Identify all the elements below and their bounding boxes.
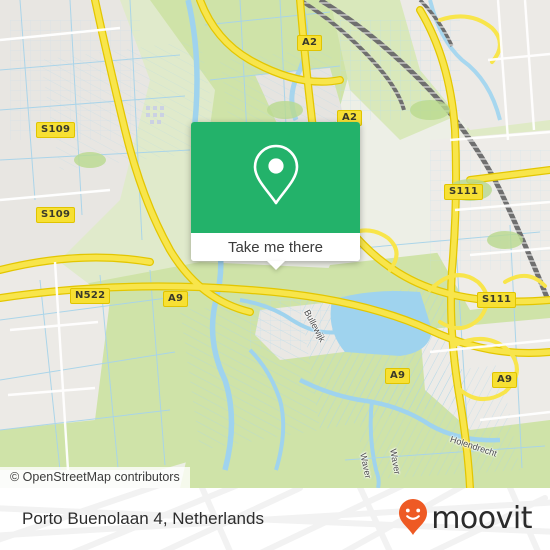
road-shield: A9 [492, 372, 518, 388]
location-popup-card[interactable]: Take me there [191, 122, 360, 270]
moovit-wordmark: moovit [431, 501, 532, 536]
footer-bar: Porto Buenolaan 4, Netherlands moovit [0, 488, 550, 550]
road-shield: A9 [385, 368, 411, 384]
road-shield: S109 [36, 207, 76, 223]
road-shield: A9 [163, 291, 189, 307]
popup-pointer-tail [266, 261, 285, 270]
osm-attribution: © OpenStreetMap contributors [0, 467, 190, 488]
moovit-pin-smiley-icon [398, 498, 428, 541]
road-shield: S111 [477, 292, 517, 308]
moovit-brand: moovit [398, 488, 532, 550]
location-title: Porto Buenolaan 4, Netherlands [22, 509, 264, 528]
popup-action-bar[interactable]: Take me there [191, 233, 360, 270]
map-screenshot: A2 A2 S109 S109 S111 S111 N522 A9 A9 A9 … [0, 0, 550, 550]
popup-header [191, 122, 360, 233]
road-shield: S109 [36, 122, 76, 138]
map-pin-icon [250, 143, 302, 212]
road-shield: A2 [297, 35, 323, 51]
road-shield: N522 [70, 288, 111, 304]
map-canvas[interactable]: A2 A2 S109 S109 S111 S111 N522 A9 A9 A9 … [0, 0, 550, 488]
road-shield: S111 [444, 184, 484, 200]
take-me-there-label: Take me there [227, 238, 324, 256]
